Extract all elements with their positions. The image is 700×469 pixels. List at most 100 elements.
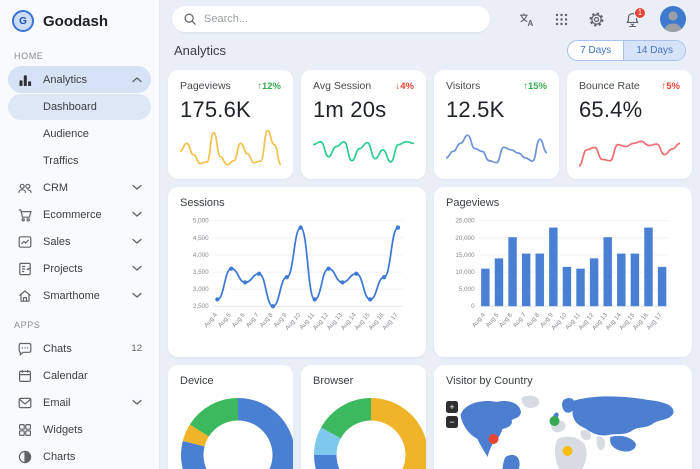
map-marker[interactable] (563, 446, 573, 456)
svg-text:3,500: 3,500 (193, 269, 209, 276)
kpi-value: 175.6K (180, 97, 281, 123)
svg-text:Aug 7: Aug 7 (245, 311, 261, 328)
card-title: Sessions (180, 197, 414, 209)
kpi-card-pageviews: Pageviews↑12%175.6K (168, 70, 293, 179)
sidebar-subitem-traffics[interactable]: Traffics (8, 148, 151, 174)
range-7-days-button[interactable]: 7 Days (568, 41, 623, 60)
search-box (172, 6, 490, 32)
page-header: Analytics 7 Days 14 Days (174, 40, 686, 61)
map-marker[interactable] (550, 416, 560, 426)
avatar[interactable] (660, 6, 686, 32)
svg-text:5,000: 5,000 (193, 218, 209, 225)
sidebar-nav: HOMEAnalyticsDashboardAudienceTrafficsCR… (8, 51, 151, 469)
card-browser: Browser (301, 365, 426, 469)
delta-up-arrow-icon: ↑ (662, 81, 667, 92)
sidebar-item-label: Ecommerce (43, 209, 102, 221)
delta-down-arrow-icon: ↓ (396, 81, 401, 92)
projects-icon (17, 261, 33, 277)
sidebar-item-label: Sales (43, 236, 71, 248)
chevron-down-icon (132, 292, 142, 299)
chevron-down-icon (132, 211, 142, 218)
svg-text:Aug 8: Aug 8 (259, 311, 275, 328)
delta-up-arrow-icon: ↑ (257, 81, 262, 92)
svg-text:Aug 5: Aug 5 (484, 311, 500, 328)
sidebar-item-label: Chats (43, 343, 72, 355)
kpi-delta: ↑5% (662, 81, 680, 92)
kpi-row: Pageviews↑12%175.6KAvg Session↓4%1m 20sV… (168, 70, 692, 179)
map-zoom-controls: +− (446, 401, 458, 428)
kpi-value: 1m 20s (313, 97, 414, 123)
sidebar-item-smarthome[interactable]: Smarthome (8, 282, 151, 309)
topbar: A 1 (168, 0, 692, 32)
sidebar-item-label: Widgets (43, 424, 83, 436)
kpi-label: Bounce Rate (579, 80, 640, 92)
svg-text:0: 0 (471, 303, 475, 310)
sidebar-item-label: Analytics (43, 74, 87, 86)
sidebar-item-calendar[interactable]: Calendar (8, 362, 151, 389)
sidebar-item-label: Calendar (43, 370, 88, 382)
svg-text:5,000: 5,000 (459, 286, 475, 293)
sidebar-item-email[interactable]: Email (8, 389, 151, 416)
kpi-card-bounce-rate: Bounce Rate ↑5% 65.4% (567, 70, 692, 179)
kpi-label: Avg Session (313, 80, 371, 92)
sidebar-item-projects[interactable]: Projects (8, 255, 151, 282)
main-area: A 1 Analytics 7 Days 14 Days Pageviews↑1… (160, 0, 700, 469)
sidebar-item-charts[interactable]: Charts (8, 443, 151, 469)
svg-text:Aug 8: Aug 8 (525, 311, 541, 328)
sidebar-subitem-dashboard[interactable]: Dashboard (8, 94, 151, 120)
search-input[interactable] (204, 13, 479, 25)
donut-chart (313, 393, 426, 469)
notification-badge: 1 (634, 7, 646, 19)
apps-grid-icon[interactable] (554, 12, 569, 27)
kpi-value: 65.4% (579, 97, 680, 123)
logo-icon: G (12, 10, 34, 32)
kpi-sparkline (313, 123, 414, 169)
svg-text:Aug 4: Aug 4 (203, 311, 219, 328)
settings-icon[interactable] (588, 11, 605, 28)
sidebar-item-widgets[interactable]: Widgets (8, 416, 151, 443)
svg-text:25,000: 25,000 (455, 218, 475, 225)
sidebar-item-chats[interactable]: Chats 12 (8, 335, 151, 362)
card-title: Device (180, 375, 281, 387)
sales-icon (17, 234, 33, 250)
notifications-icon[interactable]: 1 (624, 11, 641, 28)
cart-icon (17, 207, 33, 223)
page-title: Analytics (174, 43, 226, 58)
sidebar-item-label: Email (43, 397, 71, 409)
kpi-card-avg-session: Avg Session ↓4% 1m 20s (301, 70, 426, 179)
kpi-delta: ↓4% (396, 81, 414, 92)
svg-text:Aug 7: Aug 7 (512, 311, 528, 328)
home-icon (17, 288, 33, 304)
sidebar-item-sales[interactable]: Sales (8, 228, 151, 255)
map-marker[interactable] (489, 434, 499, 444)
sidebar-subitem-audience[interactable]: Audience (8, 121, 151, 147)
sidebar-item-analytics[interactable]: Analytics (8, 66, 151, 93)
svg-text:Aug 5: Aug 5 (217, 311, 233, 328)
chats-count-badge: 12 (131, 343, 142, 354)
translate-icon[interactable]: A (518, 11, 535, 28)
logo[interactable]: G Goodash (8, 0, 151, 40)
map-zoom-out-button[interactable]: − (446, 416, 458, 428)
svg-text:Aug 17: Aug 17 (645, 311, 664, 331)
bottom-row: DeviceBrowserVisitor by Country+− (168, 365, 692, 469)
sidebar-item-crm[interactable]: CRM (8, 174, 151, 201)
kpi-sparkline (446, 123, 547, 169)
svg-text:Aug 17: Aug 17 (381, 311, 400, 331)
sidebar: G Goodash HOMEAnalyticsDashboardAudience… (0, 0, 160, 469)
kpi-delta: ↑12% (257, 81, 281, 92)
sidebar-item-label: Projects (43, 263, 83, 275)
svg-text:20,000: 20,000 (455, 235, 475, 242)
range-14-days-button[interactable]: 14 Days (623, 41, 685, 60)
map-zoom-in-button[interactable]: + (446, 401, 458, 413)
chevron-up-icon (132, 76, 142, 83)
widgets-icon (17, 422, 33, 438)
chevron-down-icon (132, 399, 142, 406)
chevron-down-icon (132, 238, 142, 245)
sidebar-item-ecommerce[interactable]: Ecommerce (8, 201, 151, 228)
card-visitor-by-country: Visitor by Country+− (434, 365, 692, 469)
svg-text:3,000: 3,000 (193, 286, 209, 293)
line-chart: 2,5003,0003,5004,0004,5005,000Aug 4Aug 5… (180, 213, 414, 347)
svg-text:4,500: 4,500 (193, 235, 209, 242)
svg-text:A: A (527, 19, 533, 28)
card-title: Pageviews (446, 197, 680, 209)
